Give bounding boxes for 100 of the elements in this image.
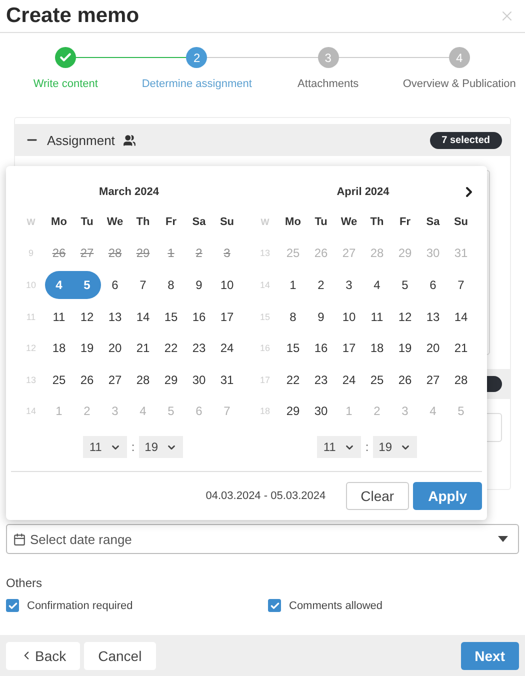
calendar-day[interactable]: 13 [419,302,447,331]
calendar-day[interactable]: 5 [73,270,101,299]
calendar-day[interactable]: 21 [447,334,475,362]
calendar-day[interactable]: 23 [185,334,213,362]
minute-select[interactable]: 19 [372,436,417,458]
weekday-label: Sa [425,216,441,228]
month-title: April 2024 [336,186,390,198]
weekday-label: Sa [191,216,207,228]
calendar-day[interactable]: 31 [213,366,241,394]
calendar-day[interactable]: 27 [419,366,447,394]
calendar-day[interactable]: 26 [391,366,419,394]
calendar-day[interactable]: 29 [157,366,185,394]
calendar-day[interactable]: 9 [307,302,335,331]
step-label: Write content [33,78,98,90]
calendar-day[interactable]: 28 [447,366,475,394]
calendar-day[interactable]: 2 [307,270,335,299]
calendar-day[interactable]: 22 [279,366,307,394]
hour-select[interactable]: 11 [317,436,362,458]
hour-select[interactable]: 11 [83,436,128,458]
step-indicator: 4 [448,47,470,68]
calendar-day[interactable]: 4 [363,270,391,299]
weekday-label: Su [218,216,236,228]
calendar-day[interactable]: 19 [73,334,101,362]
time-separator: : [131,440,135,454]
calendar-day[interactable]: 18 [363,334,391,362]
calendar-day[interactable]: 11 [45,302,73,331]
weekday-label: Fr [164,216,178,228]
cancel-button[interactable]: Cancel [84,642,156,670]
step-label: Overview & Publication [402,78,516,90]
calendar-day[interactable]: 7 [447,270,475,299]
calendar-day[interactable]: 14 [447,302,475,331]
calendar-day[interactable]: 1 [279,270,307,299]
calendar-day[interactable]: 16 [185,302,213,331]
weekday-label: We [340,216,358,228]
calendar-day[interactable]: 8 [157,270,185,299]
weekday-label: Tu [314,216,328,228]
calendar-day[interactable]: 17 [213,302,241,331]
calendar-day[interactable]: 12 [73,302,101,331]
calendar-day[interactable]: 14 [129,302,157,331]
weekday-label: Fr [398,216,412,228]
calendar-day[interactable]: 23 [307,366,335,394]
calendar-day[interactable]: 27 [101,366,129,394]
calendar-day[interactable]: 28 [129,366,157,394]
weekday-label: Mo [284,216,302,228]
calendar-day[interactable]: 22 [157,334,185,362]
selected-range: 04.03.2024 - 05.03.2024 [206,490,326,502]
apply-button[interactable]: Apply [413,482,482,510]
calendar-day[interactable]: 16 [307,334,335,362]
weekday-label: Mo [50,216,68,228]
next-button[interactable]: Next [460,642,519,670]
calendar-day[interactable]: 25 [363,366,391,394]
calendar-day[interactable]: 6 [101,270,129,299]
checkbox[interactable] [6,599,19,612]
calendar-day[interactable]: 24 [335,366,363,394]
calendar-day[interactable]: 24 [213,334,241,362]
section-title: Assignment [47,132,115,148]
back-button[interactable]: Back [6,642,80,670]
calendar-day[interactable]: 13 [101,302,129,331]
calendar-day[interactable]: 19 [391,334,419,362]
calendar-day[interactable]: 6 [419,270,447,299]
date-range-field[interactable]: Select date range [6,524,519,554]
calendar-icon [13,532,26,546]
calendar-day[interactable]: 4 [45,270,73,299]
calendar-day[interactable]: 10 [213,270,241,299]
calendar-day[interactable]: 9 [185,270,213,299]
calendar-day[interactable]: 25 [45,366,73,394]
calendar-day[interactable]: 8 [279,302,307,331]
checkbox-label: Comments allowed [289,600,383,612]
calendar-day[interactable]: 30 [185,366,213,394]
weekday-label: Th [135,216,151,228]
step-label: Determine assignment [142,78,252,90]
time-separator: : [365,440,369,454]
calendar-day[interactable]: 21 [129,334,157,362]
step-indicator: 2 [186,47,208,68]
checkbox[interactable] [268,599,281,612]
weekday-label: Tu [80,216,94,228]
assignment-header[interactable]: Assignment 7 selected [15,124,510,156]
calendar-day[interactable]: 12 [391,302,419,331]
calendar-day[interactable]: 15 [279,334,307,362]
step-label: Attachments [298,78,359,90]
calendar-day[interactable]: 26 [73,366,101,394]
calendar-day[interactable]: 30 [307,397,335,426]
clear-button[interactable]: Clear [346,482,410,510]
checkbox-label: Confirmation required [27,600,133,612]
calendar-day[interactable]: 17 [335,334,363,362]
section-label: Others [6,576,44,590]
calendar-day[interactable]: 18 [45,334,73,362]
calendar-day[interactable]: 10 [335,302,363,331]
minute-select[interactable]: 19 [138,436,183,458]
calendar-day[interactable]: 7 [129,270,157,299]
calendar-day[interactable]: 20 [419,334,447,362]
calendar-day[interactable]: 3 [335,270,363,299]
caret-icon [498,536,508,542]
calendar-day[interactable]: 20 [101,334,129,362]
weekday-label: Su [452,216,470,228]
calendar-day[interactable]: 29 [279,397,307,426]
calendar-day[interactable]: 11 [363,302,391,331]
calendar-day[interactable]: 15 [157,302,185,331]
step-indicator: 3 [318,47,339,68]
calendar-day[interactable]: 5 [391,270,419,299]
